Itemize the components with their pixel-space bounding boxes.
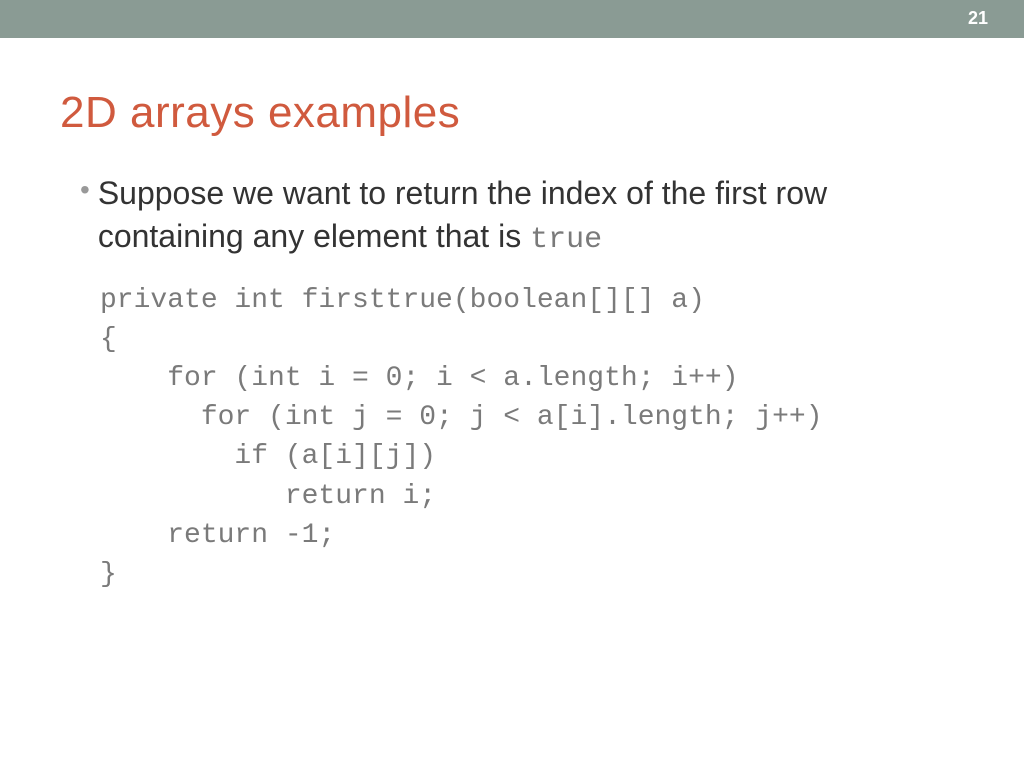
bullet-text-prefix: Suppose we want to return the index of t… xyxy=(98,175,827,254)
page-number: 21 xyxy=(968,8,988,29)
bullet-text: Suppose we want to return the index of t… xyxy=(98,172,964,261)
slide-title: 2D arrays examples xyxy=(60,88,964,138)
code-block: private int firsttrue(boolean[][] a) { f… xyxy=(100,281,964,595)
bullet-item: • Suppose we want to return the index of… xyxy=(60,172,964,261)
slide-content: 2D arrays examples • Suppose we want to … xyxy=(0,38,1024,594)
inline-code: true xyxy=(530,223,602,257)
bullet-dot-icon: • xyxy=(80,172,90,208)
top-bar: 21 xyxy=(0,0,1024,38)
